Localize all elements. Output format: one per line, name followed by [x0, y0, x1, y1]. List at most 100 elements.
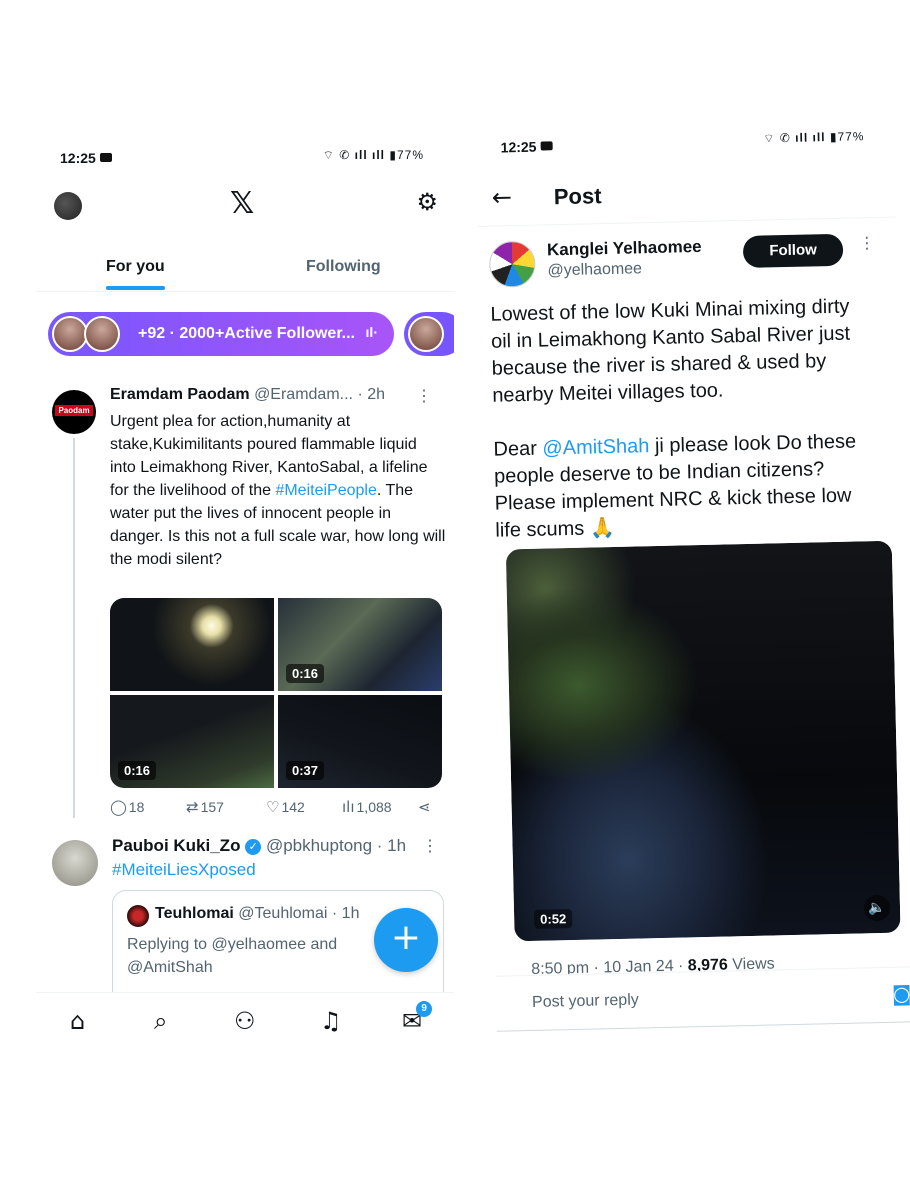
tweet-time: · 1h: [376, 836, 407, 855]
share-icon[interactable]: ⋖: [418, 798, 433, 816]
app-header: 𝕏 ⚙: [36, 184, 454, 226]
verified-badge-icon: ✓: [245, 839, 262, 855]
host-avatar: [408, 316, 444, 352]
author-handle[interactable]: @Eramdam...: [254, 386, 353, 403]
tweet-actions: ◯ 18 ⇄ 157 ♡ 142 ılı 1,088 ⋖: [110, 798, 446, 818]
search-icon[interactable]: ⌕: [154, 1007, 167, 1035]
reply-input[interactable]: Post your reply: [532, 992, 639, 1012]
post-header: ← Post: [477, 165, 896, 226]
camera-icon[interactable]: ◙: [892, 981, 910, 1005]
messages-badge: 9: [416, 1001, 433, 1017]
notifications-bell-icon[interactable]: ♫: [320, 1007, 342, 1035]
post-author-name[interactable]: Kanglei Yelhaomee: [547, 237, 702, 261]
status-icons: ⌔ ✆ ıll ıll ▮77%: [323, 148, 424, 163]
status-icons: ⌔ ✆ ıll ıll ▮77%: [763, 129, 865, 146]
battery-icon: ▮: [389, 148, 397, 162]
more-options-icon[interactable]: ⋮: [422, 836, 438, 856]
tweet-header: Eramdam Paodam @Eramdam... · 2h: [110, 386, 440, 404]
view-count: 1,088: [356, 799, 392, 815]
post-detail-screen: 12:25 ⌔ ✆ ıll ıll ▮77% ← Post Kanglei Ye…: [476, 108, 910, 1058]
youtube-notification-icon: [99, 153, 112, 162]
messages-envelope-icon[interactable]: ✉ 9: [402, 1001, 433, 1035]
post-paragraph: Dear @AmitShah ji please look Do these p…: [493, 428, 879, 545]
battery-level: 77%: [396, 148, 424, 162]
status-bar: 12:25 ⌔ ✆ ıll ıll ▮77%: [476, 109, 895, 174]
thread-connector: [73, 438, 75, 818]
media-video-3[interactable]: 0:16: [110, 695, 274, 788]
video-duration: 0:16: [118, 761, 157, 780]
tweet-text: Urgent plea for action,humanity at stake…: [110, 410, 446, 571]
call-icon: ✆: [339, 148, 351, 162]
timeline-tabs: For you Following: [36, 246, 454, 292]
repost-count: 157: [200, 799, 224, 815]
more-options-icon[interactable]: ⋮: [416, 386, 432, 406]
avatar-logo-text: Paodam: [55, 405, 93, 416]
hashtag-link[interactable]: #MeiteiLiesXposed: [112, 860, 256, 880]
compose-post-button[interactable]: +: [374, 908, 438, 972]
post-author-handle[interactable]: @yelhaomee: [547, 260, 642, 280]
like-count: 142: [281, 799, 305, 815]
home-icon[interactable]: ⌂: [70, 1007, 85, 1035]
quoted-tweet-text: Replying to @yelhaomee and @AmitShah: [127, 936, 338, 976]
like-button[interactable]: ♡ 142: [266, 798, 305, 816]
author-handle[interactable]: @pbkhuptong: [266, 836, 372, 855]
quoted-author-handle: @Teuhlomai: [238, 905, 328, 922]
video-duration: 0:52: [533, 909, 573, 929]
status-time: 12:25: [500, 138, 553, 155]
more-options-icon[interactable]: ⋮: [859, 233, 875, 253]
youtube-notification-icon: [540, 141, 553, 151]
home-timeline-screen: 12:25 ⌔ ✆ ıll ıll ▮77% 𝕏 ⚙ For you Follo…: [36, 128, 454, 1048]
post-text: Lowest of the low Kuki Minai mixing dirt…: [490, 293, 880, 572]
spaces-live-pill-next[interactable]: [404, 312, 454, 356]
x-logo-icon: 𝕏: [230, 186, 255, 221]
hashtag-link[interactable]: #MeiteiPeople: [275, 482, 376, 499]
back-arrow-icon[interactable]: ←: [491, 183, 512, 211]
wifi-icon: ⌔: [322, 148, 335, 162]
quoted-tweet-time: · 1h: [331, 905, 360, 922]
tweet-media-grid: 0:16 0:16 0:37: [110, 598, 442, 788]
bottom-navigation: ⌂ ⌕ ⚇ ♫ ✉ 9: [36, 992, 454, 1048]
signal-icon: ıll ıll: [354, 148, 386, 162]
spaces-live-pill[interactable]: +92 · 2000+Active Follower... ıl·: [48, 312, 394, 356]
reply-button[interactable]: ◯ 18: [110, 798, 144, 816]
post-paragraph: Lowest of the low Kuki Minai mixing dirt…: [490, 295, 851, 407]
media-video-2[interactable]: 0:16: [278, 598, 442, 691]
reply-count: 18: [128, 799, 145, 815]
views-button[interactable]: ılı 1,088: [342, 798, 392, 816]
tab-following[interactable]: Following: [306, 258, 381, 276]
author-name[interactable]: Eramdam Paodam: [110, 386, 250, 403]
reply-bar: Post your reply ◙: [495, 966, 910, 1032]
post-video[interactable]: 0:52 🔈: [505, 540, 901, 942]
tweet-author-avatar[interactable]: [52, 840, 98, 886]
communities-icon[interactable]: ⚇: [234, 1007, 256, 1035]
author-name[interactable]: Pauboi Kuki_Zo: [112, 836, 240, 855]
mention-link[interactable]: @AmitShah: [542, 435, 649, 459]
repost-icon: ⇄: [186, 798, 199, 816]
signal-icon: ıll ıll: [795, 130, 826, 145]
media-video-1[interactable]: [110, 598, 274, 691]
spaces-pill-text: +92 · 2000+Active Follower...: [138, 325, 355, 342]
volume-icon[interactable]: 🔈: [863, 894, 891, 922]
video-duration: 0:37: [286, 761, 325, 780]
post-text-part: Dear: [493, 437, 543, 461]
heart-icon: ♡: [266, 798, 280, 816]
tweet-header: Pauboi Kuki_Zo ✓ @pbkhuptong · 1h: [112, 836, 432, 856]
settings-gear-icon[interactable]: ⚙: [416, 188, 438, 216]
views-chart-icon: ılı: [342, 798, 355, 816]
tweet-author-avatar[interactable]: Paodam: [52, 390, 96, 434]
host-avatar: [52, 316, 88, 352]
post-author-avatar[interactable]: [488, 240, 536, 288]
tab-for-you[interactable]: For you: [106, 258, 165, 290]
wifi-icon: ⌔: [763, 131, 776, 146]
host-avatar: [84, 316, 120, 352]
follow-button[interactable]: Follow: [742, 233, 844, 268]
battery-level: 77%: [837, 129, 865, 144]
reply-icon: ◯: [110, 798, 127, 816]
call-icon: ✆: [779, 130, 792, 146]
repost-button[interactable]: ⇄ 157: [186, 798, 224, 816]
media-video-4[interactable]: 0:37: [278, 695, 442, 788]
status-time: 12:25: [60, 150, 112, 166]
profile-avatar[interactable]: [54, 192, 82, 220]
quoted-tweet-header: Teuhlomai @Teuhlomai · 1h: [155, 905, 359, 923]
tweet-time: · 2h: [357, 386, 386, 403]
